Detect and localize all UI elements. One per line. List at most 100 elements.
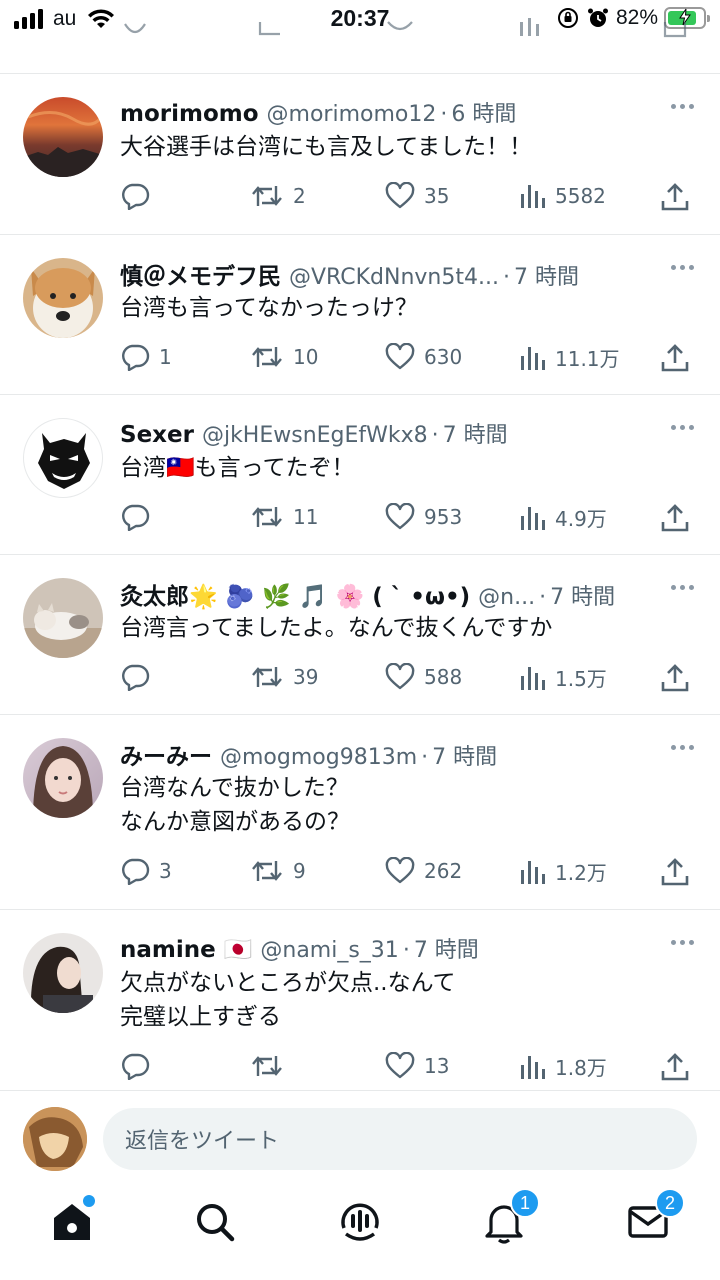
retweet-button[interactable]: 39	[250, 663, 318, 691]
more-options-icon[interactable]	[671, 940, 694, 945]
handle[interactable]: @morimomo12	[267, 102, 437, 127]
display-name[interactable]: morimomo	[120, 101, 259, 127]
share-button[interactable]	[660, 857, 690, 887]
avatar[interactable]	[23, 933, 103, 1013]
display-name[interactable]: 灸太郎🌟 🫐 🌿 🎵 🌸 ( ˋ •ω•)	[120, 577, 470, 611]
handle[interactable]: @jkHEwsnEgEfWkx8	[202, 423, 428, 448]
reply-count: 1	[159, 345, 172, 369]
timestamp[interactable]: 7 時間	[414, 932, 479, 964]
like-button[interactable]: 13	[385, 1052, 449, 1080]
timestamp[interactable]: 7 時間	[443, 417, 508, 449]
tab-notifications[interactable]: 1	[479, 1188, 540, 1247]
like-icon	[385, 182, 415, 210]
more-options-icon[interactable]	[671, 425, 694, 430]
share-button[interactable]	[660, 663, 690, 693]
separator: ·	[421, 745, 429, 770]
retweet-icon	[250, 343, 284, 371]
like-count: 630	[424, 345, 463, 369]
views-button[interactable]: 4.9万	[518, 503, 607, 532]
views-button[interactable]: 1.8万	[518, 1052, 607, 1081]
reply-count: 3	[159, 859, 172, 883]
avatar[interactable]	[23, 738, 103, 818]
retweet-icon	[250, 503, 284, 531]
handle[interactable]: @nami_s_31	[260, 938, 398, 963]
timestamp[interactable]: 7 時間	[550, 579, 615, 611]
my-avatar[interactable]	[23, 1107, 87, 1171]
like-button[interactable]: 588	[385, 663, 462, 691]
views-button[interactable]: 11.1万	[518, 343, 620, 372]
avatar[interactable]	[23, 258, 103, 338]
more-options-icon[interactable]	[671, 585, 694, 590]
notifications-badge: 1	[510, 1188, 540, 1218]
retweet-count: 2	[293, 184, 306, 208]
retweet-button[interactable]: 11	[250, 503, 318, 531]
views-button[interactable]: 5582	[518, 182, 606, 210]
like-button[interactable]: 953	[385, 503, 462, 531]
retweet-button[interactable]: 10	[250, 343, 318, 371]
tweet[interactable]: morimomo @morimomo12 · 6 時間 大谷選手は台湾にも言及し…	[0, 73, 720, 234]
retweet-count: 10	[293, 345, 319, 369]
retweet-icon	[250, 1052, 284, 1080]
views-icon	[518, 664, 546, 692]
tweet[interactable]: 灸太郎🌟 🫐 🌿 🎵 🌸 ( ˋ •ω•) @n... · 7 時間 台湾言って…	[0, 554, 720, 714]
reply-input[interactable]: 返信をツイート	[103, 1108, 697, 1170]
display-name[interactable]: 慎＠メモデフ民	[120, 257, 281, 291]
like-count: 35	[424, 184, 450, 208]
separator: ·	[431, 423, 439, 448]
display-name[interactable]: namine 🇯🇵	[120, 936, 252, 963]
retweet-button[interactable]	[250, 1052, 293, 1080]
tab-search[interactable]	[190, 1197, 240, 1247]
like-icon	[385, 343, 415, 371]
tweet[interactable]: namine 🇯🇵 @nami_s_31 · 7 時間 欠点がないところが欠点.…	[0, 909, 720, 1090]
tab-home[interactable]	[47, 1195, 97, 1247]
timestamp[interactable]: 7 時間	[514, 259, 579, 291]
view-count: 1.5万	[555, 667, 607, 691]
avatar[interactable]	[23, 97, 103, 177]
handle[interactable]: @VRCKdNnvn5t4...	[289, 265, 499, 290]
separator: ·	[402, 938, 410, 963]
separator: ·	[502, 265, 510, 290]
avatar[interactable]	[23, 578, 103, 658]
timestamp[interactable]: 7 時間	[432, 739, 497, 771]
reply-button[interactable]	[120, 503, 159, 531]
display-name[interactable]: Sexer	[120, 422, 194, 448]
like-button[interactable]: 630	[385, 343, 462, 371]
reply-button[interactable]: 3	[120, 857, 172, 885]
tab-messages[interactable]: 2	[623, 1188, 685, 1247]
more-options-icon[interactable]	[671, 265, 694, 270]
like-button[interactable]: 262	[385, 857, 462, 885]
share-button[interactable]	[660, 182, 690, 212]
share-button[interactable]	[660, 503, 690, 533]
retweet-count: 9	[293, 859, 306, 883]
retweet-button[interactable]: 9	[250, 857, 306, 885]
avatar[interactable]	[23, 418, 103, 498]
tweet[interactable]: みーみー @mogmog9813m · 7 時間 台湾なんで抜かした？ なんか意…	[0, 714, 720, 909]
views-icon	[518, 344, 546, 372]
display-name[interactable]: みーみー	[120, 737, 212, 771]
reply-button[interactable]: 1	[120, 343, 172, 371]
tweet-text: 台湾🇹🇼も言ってたぞ！	[120, 455, 355, 481]
share-button[interactable]	[660, 1052, 690, 1082]
timestamp[interactable]: 6 時間	[451, 96, 516, 128]
reply-button[interactable]	[120, 663, 159, 691]
handle[interactable]: @mogmog9813m	[220, 745, 417, 770]
tweet[interactable]: Sexer @jkHEwsnEgEfWkx8 · 7 時間 台湾🇹🇼も言ってたぞ…	[0, 394, 720, 554]
tweet[interactable]: 慎＠メモデフ民 @VRCKdNnvn5t4... · 7 時間 台湾も言ってなか…	[0, 234, 720, 394]
reply-button[interactable]	[120, 182, 159, 210]
view-count: 11.1万	[555, 347, 620, 371]
more-options-icon[interactable]	[671, 104, 694, 109]
views-button[interactable]: 1.5万	[518, 663, 607, 692]
like-button[interactable]: 35	[385, 182, 449, 210]
home-unread-dot	[83, 1195, 95, 1207]
share-button[interactable]	[660, 343, 690, 373]
more-options-icon[interactable]	[671, 745, 694, 750]
tab-spaces[interactable]	[335, 1197, 385, 1247]
like-icon	[385, 857, 415, 885]
tweet-text: 台湾言ってましたよ。なんで抜くんですか	[120, 615, 553, 641]
handle[interactable]: @n...	[478, 585, 535, 610]
retweet-button[interactable]: 2	[250, 182, 306, 210]
reply-icon	[120, 663, 150, 691]
separator: ·	[440, 102, 448, 127]
views-button[interactable]: 1.2万	[518, 857, 607, 886]
reply-button[interactable]	[120, 1052, 159, 1080]
